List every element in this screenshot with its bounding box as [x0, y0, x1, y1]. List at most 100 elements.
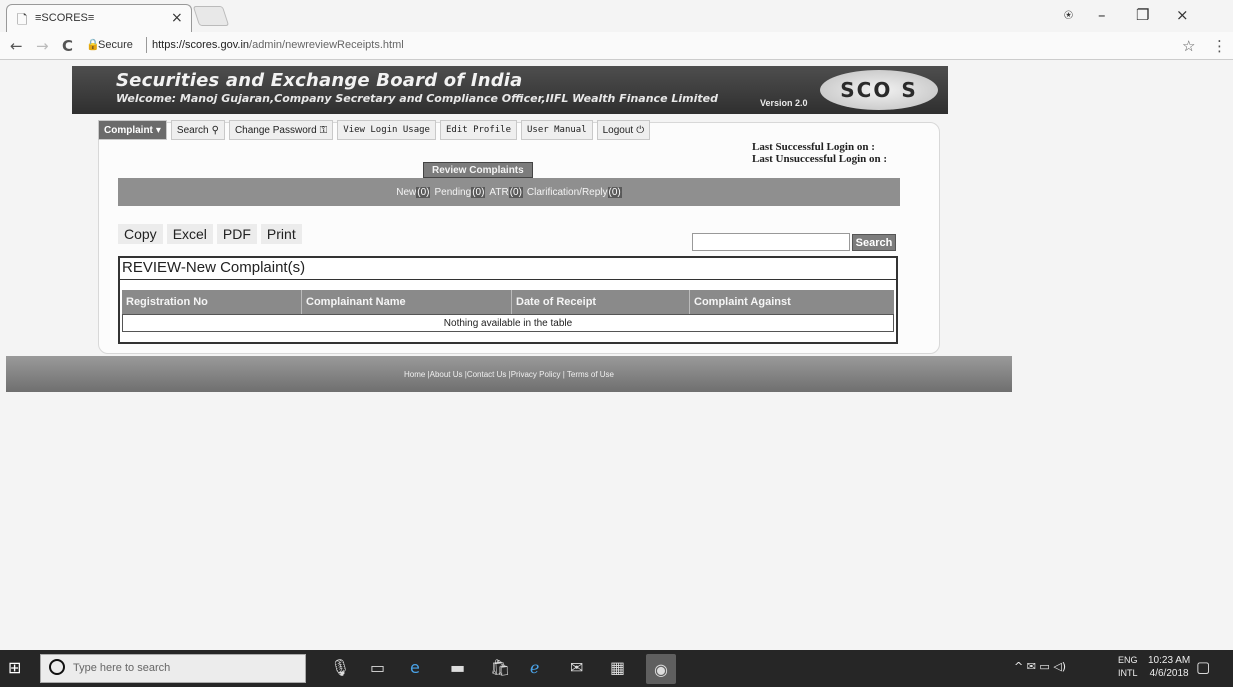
url-text: https://scores.gov.in/admin/newreviewRec…: [152, 39, 404, 51]
menu-view-login-usage-label: View Login Usage: [343, 125, 430, 135]
keyboard-layout: INTL: [1118, 668, 1138, 678]
internet-explorer-icon[interactable]: ℯ: [530, 658, 539, 677]
browser-menu-icon[interactable]: ⋮: [1212, 37, 1227, 55]
close-tab-icon[interactable]: ×: [171, 10, 183, 26]
table-header: Registration No Complainant Name Date of…: [122, 290, 894, 314]
pdf-button[interactable]: PDF: [216, 224, 257, 244]
search-icon: ⚲: [211, 124, 219, 136]
footer-links[interactable]: Home |About Us |Contact Us |Privacy Poli…: [6, 356, 1012, 392]
clock[interactable]: 10:23 AM 4/6/2018: [1148, 654, 1190, 680]
column-date-of-receipt[interactable]: Date of Receipt: [512, 290, 690, 314]
excel-button[interactable]: Excel: [166, 224, 213, 244]
close-window-button[interactable]: ×: [1176, 6, 1189, 24]
review-complaints-tab[interactable]: Review Complaints: [423, 162, 533, 178]
logo-text: SCO S: [840, 78, 918, 102]
browser-tabbar: 🗋 ≡SCORES≡ × ⍟ – ❐ ×: [0, 0, 1233, 32]
excel-icon[interactable]: ▦: [610, 658, 625, 677]
taskbar-search[interactable]: Type here to search: [40, 654, 306, 683]
scores-logo: SCO S: [820, 70, 938, 110]
forward-button[interactable]: →: [36, 37, 49, 55]
table-caption: REVIEW-New Complaint(s): [122, 259, 306, 276]
status-clarification[interactable]: Clarification/Reply (0): [526, 186, 622, 198]
menu-change-password-label: Change Password: [234, 124, 317, 136]
main-menu: Complaint ▾ Search ⚲ Change Password ⚿ View…: [98, 120, 654, 140]
search-button[interactable]: Search: [852, 234, 896, 251]
menu-logout[interactable]: Logout ⏻: [596, 120, 651, 140]
table-search-input[interactable]: [692, 233, 850, 251]
caption-divider: [120, 279, 896, 280]
language-code: ENG: [1118, 655, 1138, 665]
clock-time: 10:23 AM: [1148, 655, 1191, 666]
welcome-text: Welcome: Manoj Gujaran,Company Secretary…: [116, 92, 718, 105]
tab-title: ≡SCORES≡: [35, 12, 95, 24]
menu-user-manual[interactable]: User Manual: [521, 120, 593, 140]
url-divider: [146, 37, 147, 53]
clock-date: 4/6/2018: [1149, 668, 1189, 679]
bookmark-star-icon[interactable]: ☆: [1182, 37, 1195, 55]
browser-tab[interactable]: 🗋 ≡SCORES≡ ×: [6, 4, 192, 32]
new-tab-button[interactable]: [192, 6, 230, 26]
url-field[interactable]: 🔒 Secure https://scores.gov.in/admin/new…: [86, 35, 1176, 57]
site-title: Securities and Exchange Board of India: [116, 70, 523, 91]
maximize-button[interactable]: ❐: [1136, 6, 1149, 24]
status-new[interactable]: New (0): [396, 186, 431, 198]
menu-view-login-usage[interactable]: View Login Usage: [337, 120, 436, 140]
url-host: https://scores.gov.in: [152, 39, 250, 51]
menu-complaint-label: Complaint: [104, 124, 153, 136]
status-clarification-label: Clarification/Reply: [526, 186, 608, 198]
status-atr-label: ATR: [489, 186, 509, 198]
login-info: Last Successful Login on : Last Unsucces…: [752, 141, 887, 165]
status-atr[interactable]: ATR (0): [489, 186, 523, 198]
minimize-button[interactable]: –: [1098, 6, 1106, 24]
site-banner: Securities and Exchange Board of India W…: [72, 66, 948, 114]
cortana-icon: [49, 659, 65, 675]
address-bar: ← → C 🔒 Secure https://scores.gov.in/adm…: [0, 32, 1233, 60]
status-pending[interactable]: Pending (0): [434, 186, 486, 198]
power-icon: ⏻: [636, 124, 645, 136]
taskbar-search-placeholder: Type here to search: [73, 662, 171, 674]
status-new-count: (0): [416, 186, 431, 198]
print-button[interactable]: Print: [260, 224, 302, 244]
menu-search-label: Search: [176, 124, 209, 136]
last-successful-login: Last Successful Login on :: [752, 141, 875, 153]
account-icon[interactable]: ⍟: [1064, 6, 1073, 24]
export-buttons: Copy Excel PDF Print: [118, 224, 302, 244]
microphone-icon[interactable]: 🎙: [330, 658, 350, 677]
task-view-icon[interactable]: ▭: [370, 658, 385, 677]
last-unsuccessful-login: Last Unsuccessful Login on :: [752, 153, 888, 165]
dropdown-icon: ▾: [155, 124, 161, 136]
menu-user-manual-label: User Manual: [527, 125, 587, 135]
key-icon: ⚿: [319, 124, 328, 136]
chrome-icon[interactable]: ◉: [646, 654, 676, 684]
menu-search[interactable]: Search ⚲: [170, 120, 225, 140]
url-path: /admin/newreviewReceipts.html: [249, 39, 404, 51]
copy-button[interactable]: Copy: [118, 224, 163, 244]
reload-button[interactable]: C: [62, 37, 73, 55]
status-pending-count: (0): [471, 186, 486, 198]
file-explorer-icon[interactable]: ▬: [450, 658, 465, 677]
windows-start-icon[interactable]: ⊞: [8, 658, 21, 677]
column-complaint-against[interactable]: Complaint Against: [690, 290, 894, 314]
back-button[interactable]: ←: [10, 37, 23, 55]
menu-logout-label: Logout: [602, 124, 634, 136]
outlook-icon[interactable]: ✉: [570, 658, 583, 677]
menu-edit-profile-label: Edit Profile: [445, 125, 512, 135]
secure-label: Secure: [98, 39, 133, 51]
menu-edit-profile[interactable]: Edit Profile: [439, 120, 518, 140]
menu-change-password[interactable]: Change Password ⚿: [228, 120, 334, 140]
table-empty-message: Nothing available in the table: [122, 314, 894, 332]
version-label: Version 2.0: [760, 98, 808, 108]
status-atr-count: (0): [508, 186, 523, 198]
notification-icon[interactable]: ▢: [1196, 658, 1210, 676]
store-icon[interactable]: 🛍: [490, 658, 510, 677]
edge-browser-icon[interactable]: e: [410, 658, 420, 677]
page-icon: 🗋: [17, 13, 28, 28]
status-new-label: New: [396, 186, 417, 198]
status-clarification-count: (0): [607, 186, 622, 198]
status-pending-label: Pending: [434, 186, 472, 198]
system-tray-icons[interactable]: ^ ✉ ▭ ◁): [1014, 660, 1066, 673]
language-indicator[interactable]: ENG INTL: [1118, 654, 1138, 680]
column-complainant-name[interactable]: Complainant Name: [302, 290, 512, 314]
menu-complaint[interactable]: Complaint ▾: [98, 120, 167, 140]
column-registration-no[interactable]: Registration No: [122, 290, 302, 314]
